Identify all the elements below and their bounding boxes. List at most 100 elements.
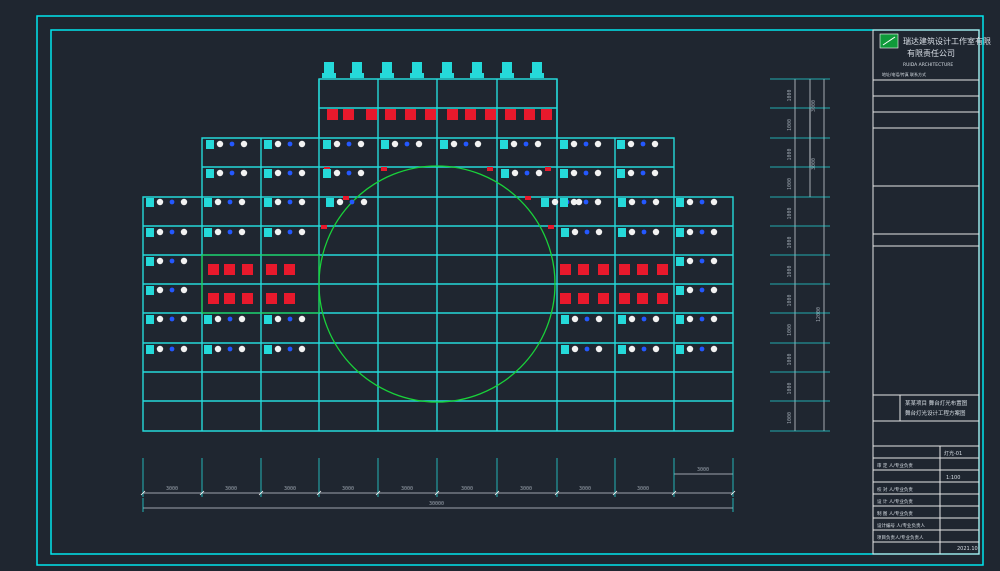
blue-fixture [641,316,647,322]
white-fixture [686,198,694,206]
blue-fixture [287,170,293,176]
white-fixture [274,228,282,236]
red-fixture [343,109,354,120]
right-dimension-ticks: 1000 1000 1000 1000 1000 1000 1000 1000 1000 1000… [770,78,830,432]
red-marker [545,167,551,171]
white-fixture [391,140,399,148]
top-moving-head-base [440,73,454,78]
white-fixture [214,345,222,353]
white-fixture [686,257,694,265]
dim-right-group-a: 3000 [811,100,817,112]
white-fixture [450,140,458,148]
blue-fixture [169,229,175,235]
dim-right-group-b: 3000 [811,158,817,170]
project-title-line1: 某某项目 舞台灯光布置图 [905,399,968,407]
white-fixture [156,228,164,236]
white-fixture [551,198,559,206]
white-fixture [238,345,246,353]
dim-span-7: 3000 [520,486,532,492]
dim-span-2: 3000 [225,486,237,492]
blue-fixture [404,141,410,147]
drawing-number: 灯光-01 [944,450,962,457]
white-fixture [570,169,578,177]
white-fixture [651,140,659,148]
blue-fixture [229,170,235,176]
blue-fixture [287,199,293,205]
cyan-head [500,140,508,149]
top-moving-head [352,62,362,74]
cyan-head [146,345,154,354]
cyan-head [561,345,569,354]
sheet-frame-outer [36,15,984,566]
blue-fixture [169,346,175,352]
date-value: 2021.10 [957,546,978,552]
white-fixture [238,228,246,236]
red-marker [381,167,387,171]
white-fixture [651,169,659,177]
blue-fixture [699,199,705,205]
cyan-head [676,286,684,295]
company-name-line2: 有限责任公司 [907,48,955,58]
tb-row-5: 设计编号 人/专业负责人 [877,522,925,529]
blue-fixture [584,346,590,352]
blue-fixture [287,346,293,352]
white-fixture [214,198,222,206]
white-fixture [298,228,306,236]
red-fixture [598,264,609,275]
red-fixture [425,109,436,120]
white-fixture [628,198,636,206]
white-fixture [298,315,306,323]
red-fixture [284,293,295,304]
right-dim-label: 1000 [787,119,793,131]
blue-fixture [583,170,589,176]
blue-fixture [699,258,705,264]
right-dim-label: 1000 [787,178,793,190]
top-moving-head [532,62,542,74]
cyan-head [326,198,334,207]
cyan-head [146,198,154,207]
red-fixture [657,264,668,275]
blue-fixture [583,141,589,147]
title-block: 瑞达建筑设计工作室有限 有限责任公司 RUIDA ARCHITECTURE 地址… [872,29,991,555]
cyan-head [618,198,626,207]
red-fixture [637,264,648,275]
white-fixture [216,169,224,177]
blue-fixture [641,199,647,205]
blue-fixture [287,229,293,235]
cyan-head [676,345,684,354]
top-moving-head [412,62,422,74]
white-fixture [474,140,482,148]
red-fixture [405,109,416,120]
top-moving-head-base [350,73,364,78]
tb-row-3: 设 计 人/专业负责 [877,498,913,505]
cyan-head [204,198,212,207]
dim-total: 30000 [429,501,444,507]
cyan-head [264,345,272,354]
blue-fixture [349,199,355,205]
blue-fixture [463,141,469,147]
red-fixture [242,293,253,304]
dim-span-8: 3000 [579,486,591,492]
white-fixture [710,345,718,353]
white-fixture [180,228,188,236]
white-fixture [594,198,602,206]
blue-fixture [640,170,646,176]
cyan-head [561,228,569,237]
company-contact: 地址/电话/传真 联系方式 [882,71,926,77]
white-fixture [156,286,164,294]
white-fixture [710,286,718,294]
red-marker [321,225,327,229]
tb-row-4: 制 图 人/专业负责 [877,510,913,517]
white-fixture [274,345,282,353]
white-fixture [238,198,246,206]
white-fixture [180,286,188,294]
white-fixture [686,286,694,294]
red-fixture [385,109,396,120]
white-fixture [180,198,188,206]
tb-row-2: 校 对 人/专业负责 [877,486,913,493]
white-fixture [357,169,365,177]
right-dim-label: 1000 [787,265,793,277]
red-fixture [657,293,668,304]
red-marker [487,167,493,171]
white-fixture [627,140,635,148]
